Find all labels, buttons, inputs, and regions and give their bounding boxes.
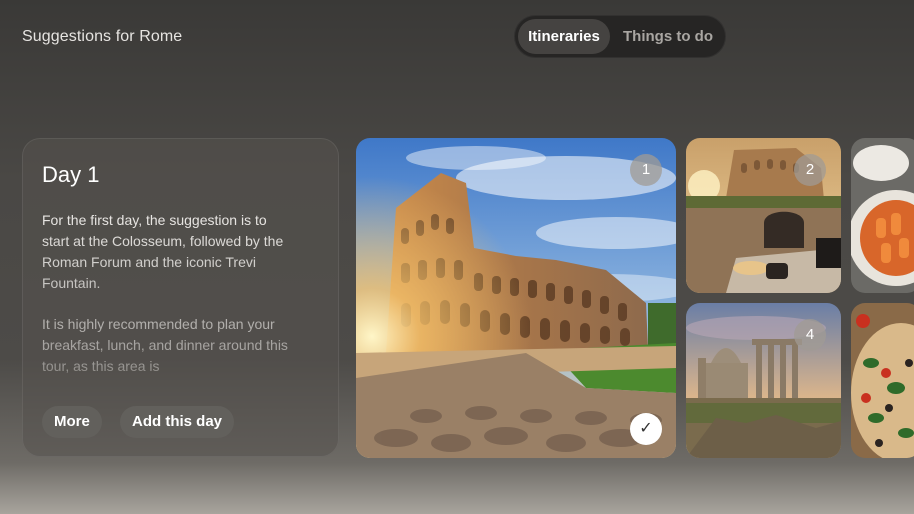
tab-itineraries[interactable]: Itineraries — [518, 19, 610, 54]
tile-number-badge: 1 — [630, 154, 662, 186]
pizza-image — [851, 303, 914, 458]
photo-tile-cafe[interactable]: 2 — [686, 138, 841, 293]
photo-tile-colosseum[interactable]: 1 ✓ — [356, 138, 676, 458]
day-heading: Day 1 — [42, 162, 100, 187]
tab-things-to-do[interactable]: Things to do — [614, 19, 722, 54]
tile-number-badge: 4 — [794, 319, 826, 351]
photo-tile-pasta[interactable] — [851, 138, 914, 293]
day-description-paragraph: It is highly recommended to plan your br… — [42, 316, 288, 374]
day-description: For the first day, the suggestion is to … — [42, 210, 292, 415]
add-this-day-button[interactable]: Add this day — [120, 406, 235, 438]
day-description-paragraph: For the first day, the suggestion is to … — [42, 212, 284, 291]
checkmark-icon[interactable]: ✓ — [630, 413, 662, 445]
view-segmented-control: Itineraries Things to do — [514, 15, 726, 58]
photo-tile-pizza[interactable] — [851, 303, 914, 458]
page-title: Suggestions for Rome — [22, 28, 183, 45]
day-card: Day 1 For the first day, the suggestion … — [22, 138, 339, 457]
more-button[interactable]: More — [42, 406, 102, 438]
colosseum-image — [356, 138, 676, 458]
photo-tile-roman-forum[interactable]: 4 — [686, 303, 841, 458]
tile-number-badge: 2 — [794, 154, 826, 186]
pasta-image — [851, 138, 914, 293]
